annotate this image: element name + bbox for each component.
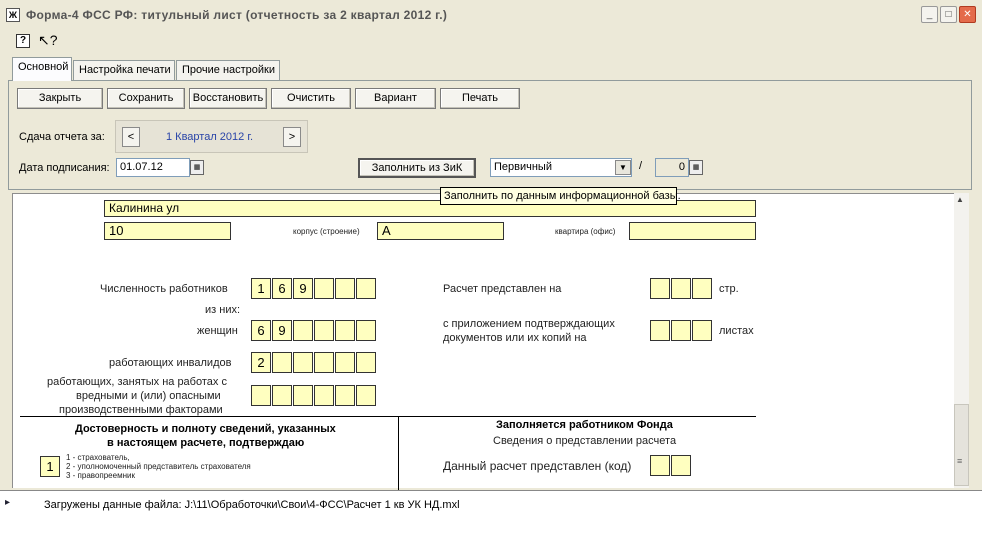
digit-cell[interactable]	[692, 320, 712, 341]
minimize-button[interactable]: _	[921, 6, 938, 23]
digit-cell[interactable]	[272, 352, 292, 373]
report-type-value: Первичный	[494, 161, 552, 173]
correction-separator: /	[639, 160, 643, 172]
digit-cell[interactable]: 6	[251, 320, 271, 341]
apartment-field[interactable]	[629, 222, 756, 240]
scroll-up-icon[interactable]: ▲	[956, 195, 964, 204]
digit-cell[interactable]: 9	[272, 320, 292, 341]
apartment-label: квартира (офис)	[555, 227, 616, 236]
signing-date-field[interactable]: 01.07.12	[116, 158, 190, 177]
signing-date-label: Дата подписания:	[19, 162, 110, 174]
digit-cell[interactable]	[335, 385, 355, 406]
digit-cell[interactable]	[650, 455, 670, 476]
digit-cell[interactable]	[335, 320, 355, 341]
digit-cell[interactable]	[650, 278, 670, 299]
tab-print-settings[interactable]: Настройка печати	[73, 60, 175, 80]
help-icon[interactable]: ?	[16, 34, 30, 48]
tab-other-settings[interactable]: Прочие настройки	[176, 60, 280, 80]
digit-cell[interactable]: 6	[272, 278, 292, 299]
status-message: Загружены данные файла: J:\11\Обработочк…	[44, 499, 460, 511]
digit-cell[interactable]	[293, 385, 313, 406]
digit-cell[interactable]	[356, 385, 376, 406]
report-type-select[interactable]: Первичный	[490, 158, 632, 177]
digit-cell[interactable]	[356, 278, 376, 299]
digit-cell[interactable]	[335, 278, 355, 299]
status-marker-icon: ▸	[5, 497, 11, 508]
digit-cell[interactable]: 2	[251, 352, 271, 373]
section-divider	[20, 416, 756, 417]
hazardous-label-line3: производственными факторами	[59, 404, 223, 416]
variant-button[interactable]: Вариант	[355, 88, 436, 109]
signer-option-1: 1 - страхователь,	[66, 453, 130, 462]
scroll-grip-icon: ≡	[957, 456, 963, 466]
house-field[interactable]: 10	[104, 222, 231, 240]
period-label: Сдача отчета за:	[19, 131, 105, 143]
correction-number-field[interactable]: 0	[655, 158, 689, 177]
pages-unit: стр.	[719, 283, 739, 295]
app-icon: Ж	[6, 8, 20, 22]
fund-section-subtitle: Сведения о представлении расчета	[493, 435, 677, 447]
digit-cell[interactable]	[671, 320, 691, 341]
period-next-button[interactable]: >	[283, 127, 301, 147]
fill-tooltip: Заполнить по данным информационной базы.	[440, 187, 681, 205]
signer-option-2: 2 - уполномоченный представитель страхов…	[66, 462, 251, 471]
save-button[interactable]: Сохранить	[107, 88, 185, 109]
building-field[interactable]: А	[377, 222, 504, 240]
signer-code-cell[interactable]: 1	[40, 456, 60, 477]
submitted-code-label: Данный расчет представлен (код)	[443, 459, 632, 473]
reliability-title-line1: Достоверность и полноту сведений, указан…	[75, 423, 336, 435]
whats-this-cursor-icon[interactable]: ↖?	[38, 32, 58, 49]
pages-label: Расчет представлен на	[443, 283, 562, 295]
digit-cell[interactable]	[314, 320, 334, 341]
maximize-button[interactable]: □	[940, 6, 957, 23]
of-them-label: из них:	[205, 304, 241, 316]
digit-cell[interactable]	[356, 320, 376, 341]
restore-button[interactable]: Восстановить	[189, 88, 267, 109]
clear-button[interactable]: Очистить	[271, 88, 351, 109]
digit-cell[interactable]	[671, 278, 691, 299]
employees-label: Численность работников	[100, 283, 228, 295]
close-button[interactable]: Закрыть	[17, 88, 103, 109]
attach-label-line2: документов или их копий на	[443, 332, 587, 344]
digit-cell[interactable]	[293, 352, 313, 373]
attach-unit: листах	[719, 325, 754, 337]
signer-option-3: 3 - правопреемник	[66, 471, 135, 480]
calendar-icon[interactable]: ▦	[190, 160, 204, 175]
digit-cell[interactable]: 1	[251, 278, 271, 299]
print-button[interactable]: Печать	[440, 88, 520, 109]
digit-cell[interactable]	[314, 278, 334, 299]
tab-main[interactable]: Основной	[12, 57, 72, 81]
window-title: Форма-4 ФСС РФ: титульный лист (отчетнос…	[26, 8, 448, 22]
digit-cell[interactable]	[692, 278, 712, 299]
calculator-icon[interactable]: ▦	[689, 160, 703, 175]
digit-cell[interactable]	[650, 320, 670, 341]
digit-cell[interactable]: 9	[293, 278, 313, 299]
fund-section-title: Заполняется работником Фонда	[496, 419, 673, 431]
digit-cell[interactable]	[314, 352, 334, 373]
hazardous-label-line1: работающих, занятых на работах с	[47, 376, 227, 388]
close-window-button[interactable]: ✕	[959, 6, 976, 23]
digit-cell[interactable]	[314, 385, 334, 406]
digit-cell[interactable]	[671, 455, 691, 476]
attach-label-line1: с приложением подтверждающих	[443, 318, 615, 330]
women-label: женщин	[197, 325, 238, 337]
chevron-down-icon[interactable]: ▼	[615, 160, 631, 175]
period-value: 1 Квартал 2012 г.	[166, 131, 254, 143]
digit-cell[interactable]	[335, 352, 355, 373]
scroll-thumb[interactable]	[954, 404, 969, 486]
digit-cell[interactable]	[356, 352, 376, 373]
hazardous-label-line2: вредными и (или) опасными	[76, 390, 221, 402]
digit-cell[interactable]	[272, 385, 292, 406]
digit-cell[interactable]	[251, 385, 271, 406]
disabled-label: работающих инвалидов	[109, 357, 232, 369]
section-vertical-divider	[398, 417, 399, 492]
reliability-title-line2: в настоящем расчете, подтверждаю	[107, 437, 305, 449]
building-label: корпус (строение)	[293, 227, 360, 236]
fill-from-zik-button[interactable]: Заполнить из ЗиК	[358, 158, 476, 178]
period-prev-button[interactable]: <	[122, 127, 140, 147]
digit-cell[interactable]	[293, 320, 313, 341]
